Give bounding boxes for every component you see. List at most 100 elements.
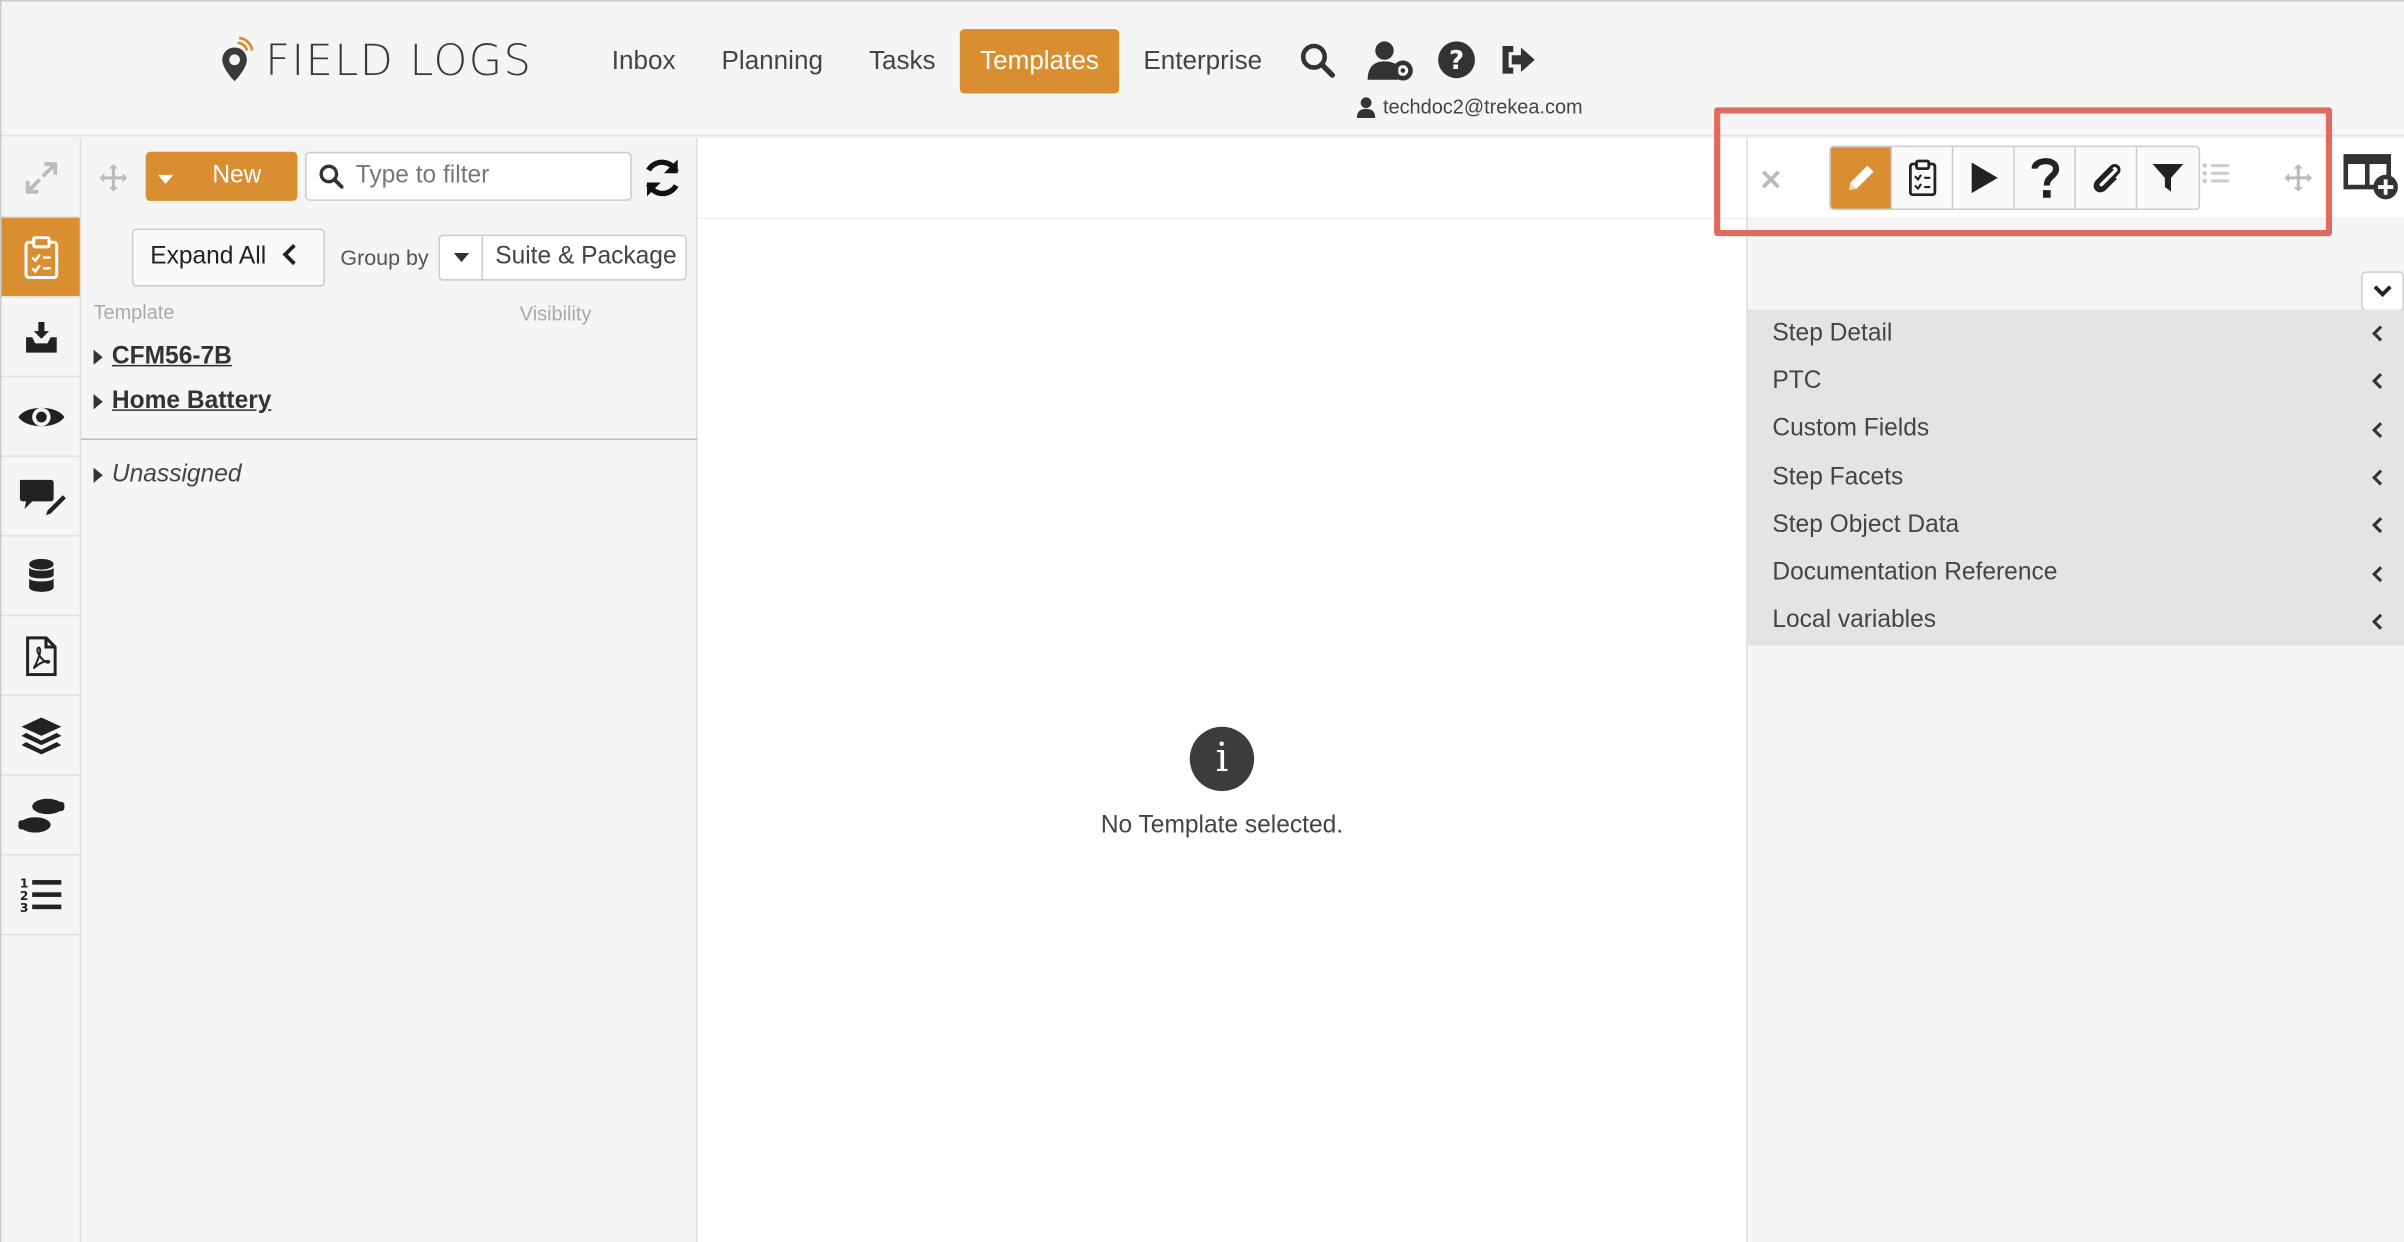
section-label: Local variables [1772,607,1937,634]
section-label: Step Detail [1772,319,1893,346]
new-button[interactable]: New [145,151,298,201]
tree-item[interactable]: CFM56-7B [93,343,232,371]
filter-input[interactable] [355,162,617,191]
question-icon[interactable] [2015,147,2076,209]
section-custom-fields[interactable]: Custom Fields [1748,406,2404,454]
nav-planning[interactable]: Planning [700,29,844,93]
tree-item[interactable]: Home Battery [93,388,272,416]
footsteps-icon[interactable] [1,776,80,856]
list-icon[interactable] [2202,161,2230,193]
caret-right-icon[interactable] [93,467,103,483]
divider [81,438,698,441]
logo-text: FIELD LOGS [265,35,533,86]
new-button-label: New [212,162,262,189]
collapse-panel-button[interactable] [2361,271,2404,312]
ordered-list-icon[interactable]: 123 [1,856,80,936]
right-toolbar [1747,137,2404,220]
caret-right-icon[interactable] [93,349,103,365]
chevron-left-icon [2371,325,2383,342]
eye-icon[interactable] [1,377,80,457]
search-icon[interactable] [1299,41,1336,78]
help-icon[interactable]: ? [1437,40,1477,80]
tree-item-label[interactable]: Home Battery [112,388,272,416]
logo[interactable]: FIELD LOGS [216,35,532,86]
templates-panel: New Expand All Group by Su [81,137,698,1242]
layers-icon[interactable] [1,696,80,776]
refresh-icon[interactable] [641,156,684,207]
unassigned-label: Unassigned [111,461,242,488]
chevron-left-icon [2371,565,2383,582]
close-icon[interactable] [1760,164,1781,199]
filter-icon[interactable] [2137,147,2198,208]
move-icon[interactable] [99,164,128,199]
add-column-icon[interactable] [2343,153,2401,210]
section-ptc[interactable]: PTC [1748,358,2404,406]
location-pin-icon [222,36,253,81]
section-label: Step Facets [1772,463,1904,490]
expand-icon[interactable] [1,138,80,218]
expand-all-label: Expand All [150,243,267,270]
user-email: techdoc2@trekea.com [1382,95,1583,119]
nav-enterprise[interactable]: Enterprise [1122,29,1284,93]
caret-right-icon[interactable] [93,394,103,410]
chevron-left-icon [2371,421,2383,438]
chevron-left-icon [2371,373,2383,390]
nav-templates[interactable]: Templates [960,29,1119,94]
svg-text:3: 3 [19,900,28,914]
column-template: Template [93,300,175,324]
move-icon[interactable] [2284,164,2313,199]
chevron-left-icon [2371,613,2383,630]
center-pane: i No Template selected. [697,137,1747,1242]
play-icon[interactable] [1953,147,2015,209]
chevron-down-icon [2373,285,2392,298]
pencil-icon[interactable] [1830,147,1892,209]
caret-down-icon[interactable] [146,174,186,184]
group-row: Expand All Group by Suite & Package [81,218,697,298]
section-step-detail[interactable]: Step Detail [1748,310,2404,358]
header-icons: ? [1299,38,1560,81]
group-by-select[interactable]: Suite & Package [438,234,687,281]
tree-item-label[interactable]: CFM56-7B [112,343,232,371]
svg-text:?: ? [1449,46,1464,76]
group-by-label: Group by [340,245,429,270]
pdf-file-icon[interactable] [1,616,80,697]
section-local-variables[interactable]: Local variables [1748,598,2404,646]
app-root: FIELD LOGS Inbox Planning Tasks Template… [0,0,2404,1242]
header: FIELD LOGS Inbox Planning Tasks Template… [1,1,2404,137]
paperclip-icon[interactable] [2076,147,2138,209]
database-icon[interactable] [1,537,80,617]
caret-down-icon[interactable] [440,236,483,280]
user-settings-icon[interactable] [1366,38,1415,81]
comment-edit-icon[interactable] [1,457,80,537]
group-by-value: Suite & Package [495,243,677,270]
user-info[interactable]: techdoc2@trekea.com [1356,95,1583,119]
nav-inbox[interactable]: Inbox [590,29,697,93]
search-icon [319,164,344,189]
section-step-object-data[interactable]: Step Object Data [1748,502,2404,550]
empty-message: No Template selected. [1100,812,1344,839]
section-label: Documentation Reference [1772,559,2058,586]
expand-all-button[interactable]: Expand All [131,228,326,287]
section-documentation-reference[interactable]: Documentation Reference [1748,550,2404,598]
user-icon [1356,96,1376,118]
center-toolbar [697,138,1747,220]
chevron-left-icon [2371,517,2383,534]
chevron-left-icon [2371,469,2383,486]
checklist-icon[interactable] [1,217,80,298]
templates-toolbar: New [81,138,697,218]
inbox-download-icon[interactable] [1,297,80,378]
right-panel: Step Detail PTC Custom Fields Step Facet… [1746,137,2404,1242]
nav-tasks[interactable]: Tasks [848,29,958,93]
column-visibility: Visibility [519,302,592,326]
left-rail: 123 [1,137,82,1242]
main-nav: Inbox Planning Tasks Templates Enterpris… [590,29,1286,94]
logout-icon[interactable] [1498,41,1538,78]
checklist-icon[interactable] [1892,147,1954,209]
info-icon: i [1189,726,1255,792]
tree-item-unassigned[interactable]: Unassigned [93,461,242,489]
right-toolbar-buttons [1829,145,2201,211]
section-step-facets[interactable]: Step Facets [1748,454,2404,502]
section-list: Step Detail PTC Custom Fields Step Facet… [1747,309,2404,646]
filter-field[interactable] [305,151,632,201]
chevron-left-icon [281,243,296,272]
